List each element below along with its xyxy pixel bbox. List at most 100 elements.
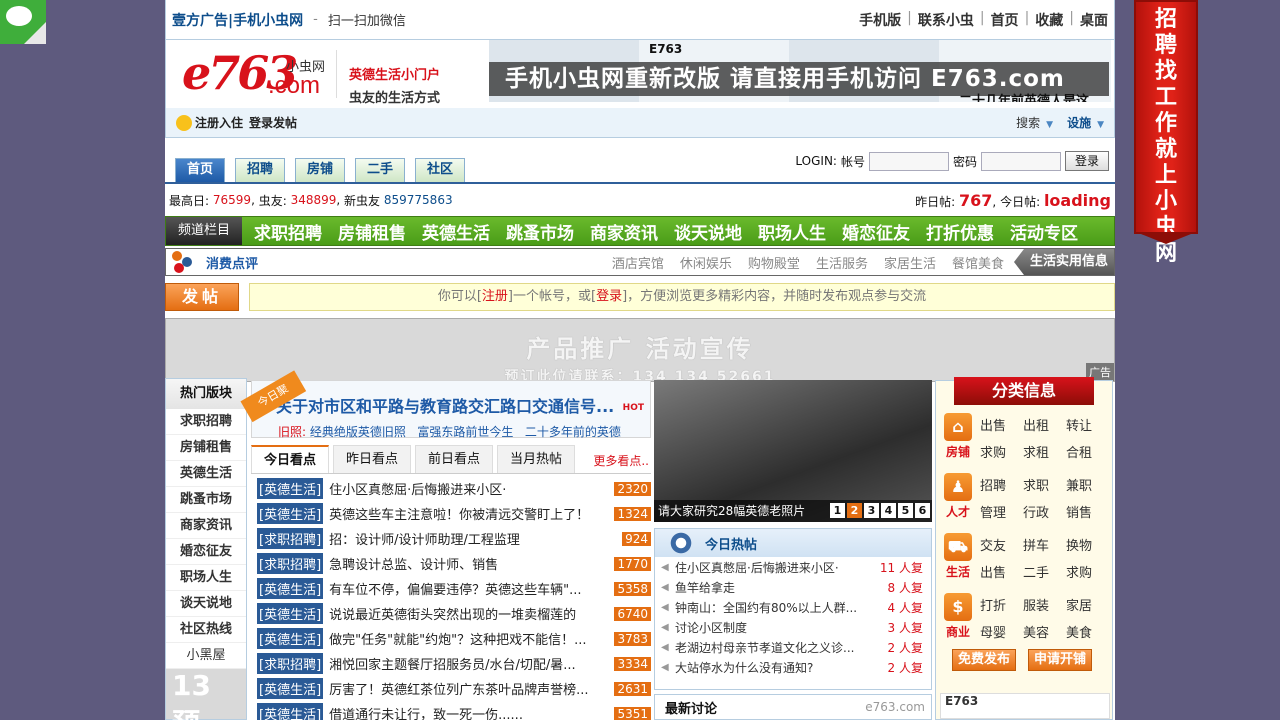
- topic-title[interactable]: 做完"任务"就能"约炮"？这种把戏不能信！...: [329, 629, 610, 648]
- tab-yesterday[interactable]: 昨日看点: [333, 445, 411, 473]
- consumer-item[interactable]: 家居生活: [884, 253, 936, 272]
- board-item[interactable]: 谈天说地: [166, 591, 246, 617]
- password-input[interactable]: [981, 151, 1061, 171]
- topic-tag[interactable]: [英德生活]: [257, 578, 324, 599]
- topic-tag[interactable]: [英德生活]: [257, 503, 324, 524]
- classified-link[interactable]: 出售: [980, 415, 1023, 438]
- channel-item[interactable]: 英德生活: [422, 219, 490, 244]
- login-post-link[interactable]: 登录发帖: [249, 114, 297, 131]
- topic-title[interactable]: 住小区真憋屈·后悔搬进来小区·: [329, 479, 610, 498]
- photo-page-button[interactable]: 5: [898, 503, 913, 518]
- link-mobile[interactable]: 手机版: [859, 10, 901, 30]
- channel-item[interactable]: 活动专区: [1010, 219, 1078, 244]
- open-shop-button[interactable]: 申请开铺: [1028, 649, 1092, 671]
- headline-sub-link[interactable]: 二十多年前的英德: [525, 425, 621, 439]
- side-recruit-ad[interactable]: 招聘找工作就上小虫网: [1134, 0, 1198, 266]
- consumer-review-title[interactable]: 消费点评: [206, 253, 258, 272]
- hot-post-row[interactable]: ◀ 鱼竿给拿走 8 人复: [655, 577, 931, 597]
- hot-post-title[interactable]: 钟南山：全国约有80%以上人群...: [675, 599, 867, 616]
- classified-link[interactable]: 服装: [1023, 595, 1066, 618]
- topic-row[interactable]: [英德生活] 厉害了！英德红茶位列广东茶叶品牌声誉榜... 2631: [251, 676, 651, 701]
- classified-link[interactable]: 求职: [1023, 475, 1066, 498]
- board-item[interactable]: 婚恋征友: [166, 539, 246, 565]
- headline-title[interactable]: 关于对市区和平路与教育路交汇路口交通信号...: [276, 381, 650, 417]
- life-info-link[interactable]: 生活实用信息: [1013, 249, 1114, 275]
- topic-title[interactable]: 招：设计师/设计师助理/工程监理: [329, 529, 618, 548]
- board-item[interactable]: 房铺租售: [166, 435, 246, 461]
- topic-row[interactable]: [求职招聘] 湘悦回家主题餐厅招服务员/水台/切配/暑... 3334: [251, 651, 651, 676]
- classified-link[interactable]: 管理: [980, 502, 1023, 525]
- tab-today[interactable]: 今日看点: [251, 445, 329, 473]
- settings-menu[interactable]: 设施 ▼: [1067, 114, 1104, 131]
- hot-post-title[interactable]: 鱼竿给拿走: [675, 579, 867, 596]
- topic-tag[interactable]: [英德生活]: [257, 478, 324, 499]
- photo-page-button[interactable]: 6: [915, 503, 930, 518]
- consumer-item[interactable]: 休闲娱乐: [680, 253, 732, 272]
- site-logo[interactable]: e763 小虫网 .com: [166, 40, 336, 108]
- new-member-value[interactable]: 859775863: [384, 193, 453, 207]
- photo-slider[interactable]: 请大家研究28幅英德老照片 123456: [654, 380, 932, 522]
- classified-link[interactable]: 求购: [980, 442, 1023, 465]
- classified-icon[interactable]: ⛟ 生活: [936, 529, 980, 585]
- classified-link[interactable]: 换物: [1066, 535, 1109, 558]
- link-home[interactable]: 首页: [991, 10, 1019, 30]
- photo-page-button[interactable]: 4: [881, 503, 896, 518]
- hot-post-title[interactable]: 老湖边村母亲节孝道文化之义诊...: [675, 639, 867, 656]
- consumer-item[interactable]: 餐馆美食: [952, 253, 1004, 272]
- channel-item[interactable]: 商家资讯: [590, 219, 658, 244]
- topic-tag[interactable]: [英德生活]: [257, 678, 324, 699]
- top-left-link[interactable]: 壹方广告|手机小虫网: [172, 10, 303, 30]
- wechat-corner[interactable]: [0, 0, 46, 44]
- new-post-button[interactable]: 发帖: [165, 283, 239, 311]
- classified-link[interactable]: 家居: [1066, 595, 1109, 618]
- consumer-item[interactable]: 酒店宾馆: [612, 253, 664, 272]
- header-banner[interactable]: E763 手机小虫网重新改版 请直接用手机访问 E763.com 二十几年前英德…: [489, 40, 1111, 102]
- hot-post-title[interactable]: 住小区真憋屈·后悔搬进来小区·: [675, 559, 867, 576]
- channel-item[interactable]: 谈天说地: [674, 219, 742, 244]
- more-highlights-link[interactable]: 更多看点..: [593, 452, 649, 469]
- topic-tag[interactable]: [求职招聘]: [257, 528, 324, 549]
- photo-page-button[interactable]: 3: [864, 503, 879, 518]
- topic-row[interactable]: [英德生活] 说说最近英德街头突然出现的一堆卖榴莲的 6740: [251, 601, 651, 626]
- classified-link[interactable]: 母婴: [980, 622, 1023, 645]
- hot-post-row[interactable]: ◀ 老湖边村母亲节孝道文化之义诊... 2 人复: [655, 637, 931, 657]
- classified-link[interactable]: 转让: [1066, 415, 1109, 438]
- classified-icon[interactable]: ♟ 人才: [936, 469, 980, 525]
- board-item[interactable]: 职场人生: [166, 565, 246, 591]
- channel-item[interactable]: 跳蚤市场: [506, 219, 574, 244]
- channel-item[interactable]: 职场人生: [758, 219, 826, 244]
- scan-wechat-link[interactable]: 扫一扫加微信: [328, 10, 406, 29]
- topic-tag[interactable]: [英德生活]: [257, 703, 324, 720]
- classified-link[interactable]: 出租: [1023, 415, 1066, 438]
- hot-post-title[interactable]: 讨论小区制度: [675, 619, 867, 636]
- free-post-button[interactable]: 免费发布: [952, 649, 1016, 671]
- topic-row[interactable]: [求职招聘] 急聘设计总监、设计师、销售 1770: [251, 551, 651, 576]
- hot-post-row[interactable]: ◀ 讨论小区制度 3 人复: [655, 617, 931, 637]
- classified-link[interactable]: 美容: [1023, 622, 1066, 645]
- classified-link[interactable]: 美食: [1066, 622, 1109, 645]
- board-item[interactable]: 英德生活: [166, 461, 246, 487]
- classified-link[interactable]: 出售: [980, 562, 1023, 585]
- notice-login-link[interactable]: 登录: [596, 289, 622, 304]
- register-link[interactable]: 注册入住: [195, 114, 243, 131]
- topic-row[interactable]: [英德生活] 做完"任务"就能"约炮"？这种把戏不能信！... 3783: [251, 626, 651, 651]
- channel-item[interactable]: 房铺租售: [338, 219, 406, 244]
- discussion-title[interactable]: 最新讨论: [665, 698, 717, 717]
- classified-link[interactable]: 求购: [1066, 562, 1109, 585]
- topic-title[interactable]: 急聘设计总监、设计师、销售: [329, 554, 610, 573]
- classified-link[interactable]: 合租: [1066, 442, 1109, 465]
- account-input[interactable]: [868, 151, 949, 171]
- tab-day-before[interactable]: 前日看点: [415, 445, 493, 473]
- topic-tag[interactable]: [求职招聘]: [257, 553, 324, 574]
- board-item[interactable]: 商家资讯: [166, 513, 246, 539]
- tab-secondhand[interactable]: 二手: [355, 158, 405, 182]
- topic-tag[interactable]: [英德生活]: [257, 603, 324, 624]
- tab-housing[interactable]: 房铺: [295, 158, 345, 182]
- topic-tag[interactable]: [英德生活]: [257, 628, 324, 649]
- topic-title[interactable]: 有车位不停，偏偏要违停？英德这些车辆"...: [329, 579, 610, 598]
- tab-community[interactable]: 社区: [415, 158, 465, 182]
- classified-link[interactable]: 兼职: [1066, 475, 1109, 498]
- headline-sub-link[interactable]: 富强东路前世今生: [417, 425, 513, 439]
- topic-title[interactable]: 湘悦回家主题餐厅招服务员/水台/切配/暑...: [329, 654, 610, 673]
- channel-item[interactable]: 打折优惠: [926, 219, 994, 244]
